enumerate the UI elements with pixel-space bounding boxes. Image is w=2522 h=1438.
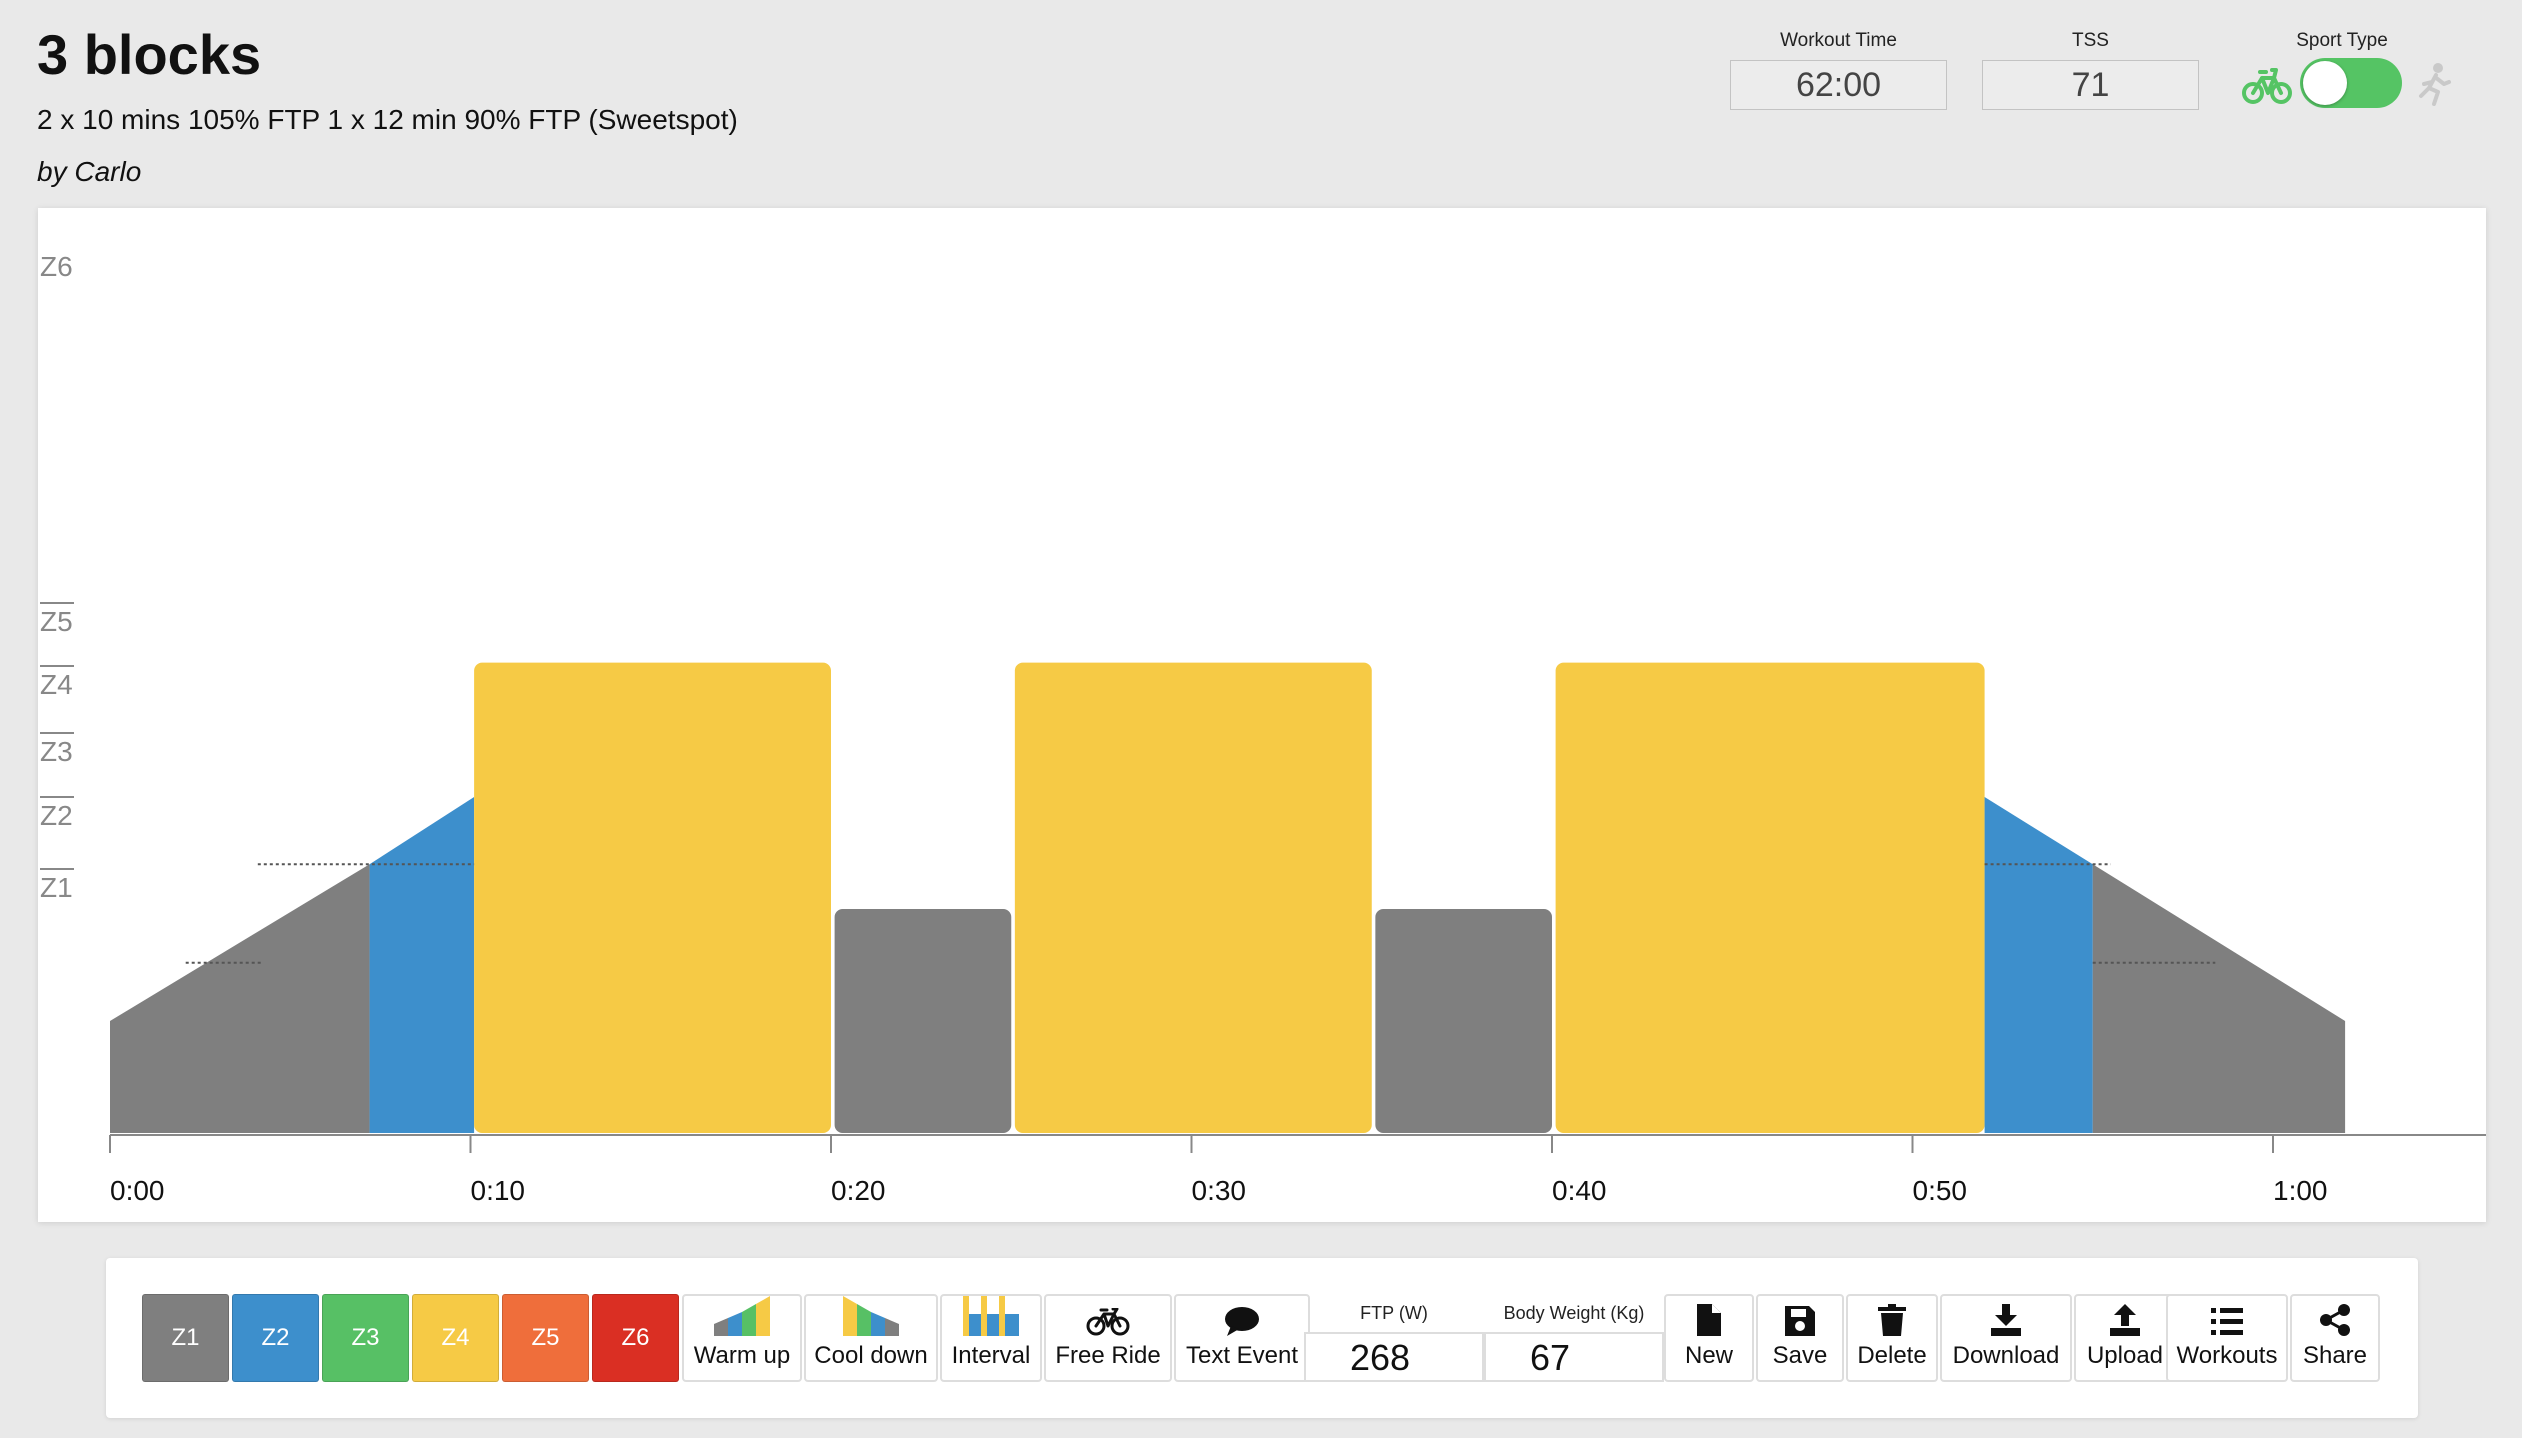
body-weight-field: Body Weight (Kg) 67 bbox=[1484, 1294, 1664, 1382]
toggle-knob bbox=[2303, 61, 2347, 105]
comment-icon bbox=[1225, 1307, 1259, 1336]
zone-label-z5: Z5 bbox=[40, 606, 73, 637]
zone-z2-button[interactable]: Z2 bbox=[232, 1294, 319, 1382]
body-weight-label: Body Weight (Kg) bbox=[1503, 1303, 1645, 1323]
workout-time-value: 62:00 bbox=[1730, 60, 1947, 110]
run-icon[interactable] bbox=[2416, 62, 2452, 106]
free-ride-button[interactable]: Free Ride bbox=[1044, 1294, 1172, 1382]
trash-icon bbox=[1878, 1304, 1906, 1336]
zone-label-z4: Z4 bbox=[40, 669, 73, 700]
interval-icon bbox=[963, 1296, 1019, 1336]
download-button[interactable]: Download bbox=[1940, 1294, 2072, 1382]
zone-label-z3: Z3 bbox=[40, 736, 73, 767]
bike-icon[interactable] bbox=[2242, 62, 2292, 106]
list-icon bbox=[2211, 1308, 2243, 1335]
share-button[interactable]: Share bbox=[2290, 1294, 2380, 1382]
tss-value: 71 bbox=[1982, 60, 2199, 110]
ftp-input[interactable]: 268 bbox=[1304, 1332, 1484, 1382]
x-tick-label-4: 0:40 bbox=[1552, 1175, 1607, 1206]
save-button[interactable]: Save bbox=[1756, 1294, 1844, 1382]
zone-z1-button[interactable]: Z1 bbox=[142, 1294, 229, 1382]
cooldown-label: Cool down bbox=[814, 1342, 928, 1369]
workout-author[interactable]: by Carlo bbox=[37, 156, 141, 188]
delete-button[interactable]: Delete bbox=[1846, 1294, 1938, 1382]
sport-type: Sport Type bbox=[2232, 28, 2452, 114]
share-icon bbox=[2320, 1304, 2350, 1336]
cooldown-button[interactable]: Cool down bbox=[804, 1294, 938, 1382]
download-icon bbox=[1991, 1304, 2021, 1336]
workout-description[interactable]: 2 x 10 mins 105% FTP 1 x 12 min 90% FTP … bbox=[37, 104, 738, 136]
segment-interval-2[interactable] bbox=[474, 662, 831, 1133]
warmup-icon bbox=[714, 1296, 770, 1336]
upload-label: Upload bbox=[2086, 1342, 2164, 1369]
free-ride-label: Free Ride bbox=[1055, 1342, 1161, 1369]
segment-interval-5[interactable] bbox=[1375, 909, 1552, 1133]
upload-button[interactable]: Upload bbox=[2074, 1294, 2176, 1382]
workout-time-label: Workout Time bbox=[1780, 30, 1897, 51]
segment-cooldown-8[interactable] bbox=[2092, 864, 2346, 1133]
workout-chart[interactable]: Z6 Z5 Z4 Z3 Z2 Z1 0:00 0:10 0:20 0:30 0:40 0:50 1:0… bbox=[38, 208, 2486, 1222]
x-tick-label-0: 0:00 bbox=[110, 1175, 165, 1206]
x-tick-label-1: 0:10 bbox=[471, 1175, 526, 1206]
zone-label-z1: Z1 bbox=[40, 872, 73, 903]
workout-chart-svg[interactable]: Z6 Z5 Z4 Z3 Z2 Z1 0:00 0:10 0:20 0:30 0:40 0:50 1:0… bbox=[38, 208, 2486, 1222]
interval-label: Interval bbox=[951, 1342, 1031, 1369]
tss-label: TSS bbox=[2072, 30, 2109, 51]
segment-warmup-1[interactable] bbox=[369, 797, 475, 1133]
interval-button[interactable]: Interval bbox=[940, 1294, 1042, 1382]
workout-time-stat: Workout Time 62:00 bbox=[1730, 28, 1947, 110]
new-label: New bbox=[1684, 1342, 1733, 1369]
share-label: Share bbox=[2302, 1342, 2368, 1369]
zone-z5-button[interactable]: Z5 bbox=[502, 1294, 589, 1382]
workout-title[interactable]: 3 blocks bbox=[37, 22, 261, 87]
body-weight-input[interactable]: 67 bbox=[1484, 1332, 1664, 1382]
x-tick-label-3: 0:30 bbox=[1192, 1175, 1247, 1206]
tss-stat: TSS 71 bbox=[1982, 28, 2199, 110]
zone-label-z6: Z6 bbox=[40, 251, 73, 282]
segment-interval-6[interactable] bbox=[1555, 662, 1985, 1133]
ftp-field: FTP (W) 268 bbox=[1304, 1294, 1484, 1382]
segment-warmup-0[interactable] bbox=[110, 864, 370, 1133]
segment-cooldown-7[interactable] bbox=[1984, 797, 2093, 1133]
bicycle-icon bbox=[1086, 1308, 1130, 1336]
zone-z3-button[interactable]: Z3 bbox=[322, 1294, 409, 1382]
zone-z6-button[interactable]: Z6 bbox=[592, 1294, 679, 1382]
warmup-label: Warm up bbox=[693, 1342, 791, 1369]
file-icon bbox=[1697, 1304, 1721, 1336]
x-tick-label-2: 0:20 bbox=[831, 1175, 886, 1206]
segment-interval-3[interactable] bbox=[834, 909, 1012, 1133]
x-tick-label-5: 0:50 bbox=[1913, 1175, 1968, 1206]
zone-label-z2: Z2 bbox=[40, 800, 73, 831]
new-button[interactable]: New bbox=[1664, 1294, 1754, 1382]
delete-label: Delete bbox=[1857, 1342, 1927, 1369]
cooldown-icon bbox=[843, 1296, 899, 1336]
save-label: Save bbox=[1772, 1342, 1828, 1369]
zone-z4-button[interactable]: Z4 bbox=[412, 1294, 499, 1382]
workouts-label: Workouts bbox=[2176, 1342, 2278, 1369]
segment-interval-4[interactable] bbox=[1014, 662, 1372, 1133]
upload-icon bbox=[2110, 1304, 2140, 1336]
x-tick-label-6: 1:00 bbox=[2273, 1175, 2328, 1206]
ftp-label: FTP (W) bbox=[1360, 1303, 1428, 1323]
text-event-label: Text Event bbox=[1185, 1342, 1299, 1369]
download-label: Download bbox=[1952, 1342, 2060, 1369]
toolbar: Z1 Z2 Z3 Z4 Z5 Z6 Warm up Cool down Inte… bbox=[106, 1258, 2418, 1418]
floppy-icon bbox=[1785, 1306, 1815, 1336]
warmup-button[interactable]: Warm up bbox=[682, 1294, 802, 1382]
sport-type-toggle[interactable] bbox=[2300, 58, 2402, 108]
text-event-button[interactable]: Text Event bbox=[1174, 1294, 1310, 1382]
workouts-button[interactable]: Workouts bbox=[2166, 1294, 2288, 1382]
sport-type-label: Sport Type bbox=[2296, 30, 2388, 51]
